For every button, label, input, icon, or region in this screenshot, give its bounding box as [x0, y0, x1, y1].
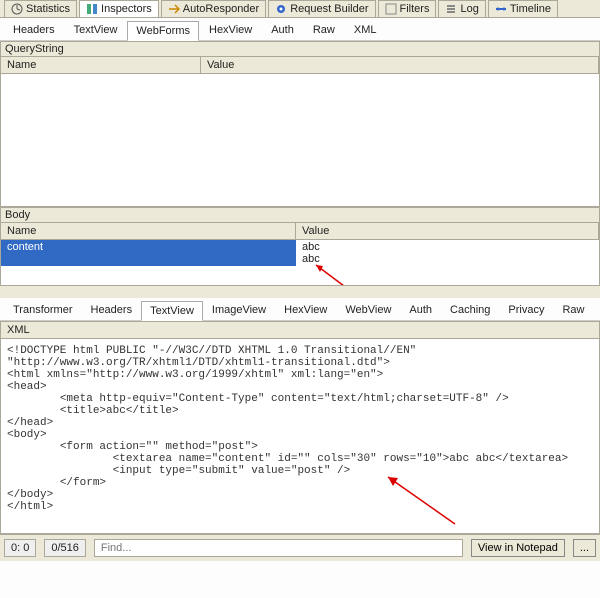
tab-filters[interactable]: Filters	[378, 0, 437, 17]
resptab-auth[interactable]: Auth	[400, 300, 441, 320]
reqtab-webforms[interactable]: WebForms	[127, 21, 199, 41]
querystring-columns: Name Value	[1, 57, 599, 74]
more-button[interactable]: ...	[573, 539, 596, 557]
resptab-transformer[interactable]: Transformer	[4, 300, 82, 320]
tab-label: Timeline	[510, 3, 551, 15]
filters-icon	[385, 3, 397, 15]
querystring-header: QueryString	[0, 41, 600, 57]
splitter[interactable]	[0, 286, 600, 298]
stats-icon	[11, 3, 23, 15]
tab-timeline[interactable]: Timeline	[488, 0, 558, 17]
tab-label: Filters	[400, 3, 430, 15]
reqtab-raw[interactable]: Raw	[304, 20, 344, 40]
reqtab-textview[interactable]: TextView	[65, 20, 127, 40]
builder-icon	[275, 3, 287, 15]
autoresponder-icon	[168, 3, 180, 15]
request-tabbar: Headers TextView WebForms HexView Auth R…	[0, 18, 600, 41]
reqtab-xml[interactable]: XML	[345, 20, 386, 40]
status-position: 0: 0	[4, 539, 36, 557]
reqtab-headers[interactable]: Headers	[4, 20, 64, 40]
tab-inspectors[interactable]: Inspectors	[79, 0, 159, 17]
tab-statistics[interactable]: Statistics	[4, 0, 77, 17]
col-value[interactable]: Value	[201, 57, 599, 73]
xml-label[interactable]: XML	[0, 321, 600, 339]
body-panel: Name Value content abc abc	[0, 223, 600, 286]
resptab-hexview[interactable]: HexView	[275, 300, 336, 320]
body-columns: Name Value	[1, 223, 599, 240]
resptab-caching[interactable]: Caching	[441, 300, 499, 320]
cell-name: content	[1, 240, 296, 266]
tab-label: Inspectors	[101, 3, 152, 15]
status-bytes: 0/516	[44, 539, 86, 557]
body-header: Body	[0, 207, 600, 223]
resptab-headers[interactable]: Headers	[82, 300, 142, 320]
find-input[interactable]	[94, 539, 463, 557]
querystring-grid[interactable]	[1, 74, 599, 204]
top-tabbar: Statistics Inspectors AutoResponder Requ…	[0, 0, 600, 18]
tab-autoresponder[interactable]: AutoResponder	[161, 0, 266, 17]
response-tabbar: Transformer Headers TextView ImageView H…	[0, 298, 600, 321]
log-icon	[445, 3, 457, 15]
reqtab-auth[interactable]: Auth	[262, 20, 303, 40]
tab-label: Request Builder	[290, 3, 368, 15]
tab-log[interactable]: Log	[438, 0, 485, 17]
response-textview[interactable]: <!DOCTYPE html PUBLIC "-//W3C//DTD XHTML…	[0, 339, 600, 534]
col-name[interactable]: Name	[1, 223, 296, 239]
resptab-privacy[interactable]: Privacy	[499, 300, 553, 320]
resptab-imageview[interactable]: ImageView	[203, 300, 275, 320]
table-row[interactable]: content abc abc	[1, 240, 599, 266]
querystring-panel: Name Value	[0, 57, 600, 207]
col-value[interactable]: Value	[296, 223, 599, 239]
tab-request-builder[interactable]: Request Builder	[268, 0, 375, 17]
timeline-icon	[495, 3, 507, 15]
resptab-textview[interactable]: TextView	[141, 301, 203, 321]
view-in-notepad-button[interactable]: View in Notepad	[471, 539, 565, 557]
tab-label: Log	[460, 3, 478, 15]
reqtab-hexview[interactable]: HexView	[200, 20, 261, 40]
tab-label: Statistics	[26, 3, 70, 15]
cell-value: abc abc	[296, 240, 599, 266]
body-grid[interactable]: content abc abc	[1, 240, 599, 285]
tab-label: AutoResponder	[183, 3, 259, 15]
resptab-raw[interactable]: Raw	[553, 300, 593, 320]
resptab-webview[interactable]: WebView	[336, 300, 400, 320]
status-bar: 0: 0 0/516 View in Notepad ...	[0, 534, 600, 561]
col-name[interactable]: Name	[1, 57, 201, 73]
inspector-icon	[86, 3, 98, 15]
